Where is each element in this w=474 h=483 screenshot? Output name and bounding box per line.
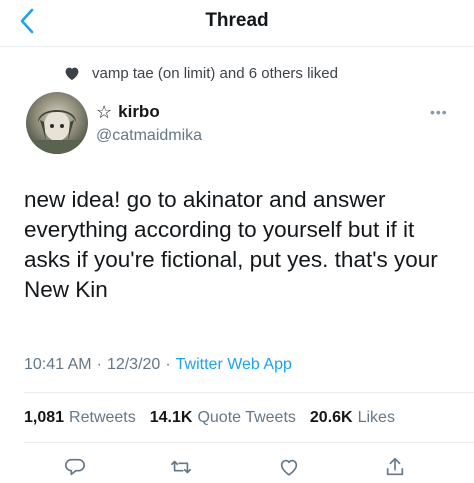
retweets-stat[interactable]: 1,081 Retweets	[24, 409, 136, 427]
divider	[24, 442, 474, 443]
tweet-source-link[interactable]: Twitter Web App	[176, 356, 292, 374]
likes-label: Likes	[357, 409, 395, 426]
reply-icon[interactable]	[64, 456, 86, 478]
retweet-icon[interactable]	[170, 456, 192, 478]
display-name: kirbo	[118, 102, 160, 121]
tweet-actions	[0, 452, 474, 476]
like-icon[interactable]	[278, 456, 300, 478]
author-name-row[interactable]: ☆ kirbo	[96, 102, 160, 122]
tweet-time: 10:41 AM	[24, 356, 92, 373]
likes-stat[interactable]: 20.6K Likes	[310, 409, 395, 427]
star-outline-icon: ☆	[96, 102, 113, 122]
meta-separator: ·	[165, 356, 171, 373]
social-context: vamp tae (on limit) and 6 others liked	[63, 62, 338, 84]
tweet-stats: 1,081 Retweets 14.1K Quote Tweets 20.6K …	[24, 409, 395, 427]
likes-count: 20.6K	[309, 409, 353, 426]
quote-tweets-count: 14.1K	[149, 409, 193, 426]
tweet-meta: 10:41 AM · 12/3/20 · Twitter Web App	[24, 356, 292, 374]
thread-header: Thread	[0, 0, 474, 47]
more-dots-icon[interactable]: •••	[430, 104, 448, 120]
quote-tweets-stat[interactable]: 14.1K Quote Tweets	[150, 409, 296, 427]
quote-tweets-label: Quote Tweets	[197, 409, 296, 426]
meta-separator: ·	[96, 356, 102, 373]
tweet-text: new idea! go to akinator and answer ever…	[24, 187, 438, 302]
retweets-label: Retweets	[69, 409, 136, 426]
divider	[24, 392, 474, 393]
share-icon[interactable]	[384, 456, 406, 478]
page-title: Thread	[205, 10, 269, 31]
avatar[interactable]	[26, 92, 88, 154]
social-context-text: vamp tae (on limit) and 6 others liked	[92, 64, 338, 82]
tweet-date: 12/3/20	[106, 356, 161, 373]
retweets-count: 1,081	[24, 409, 65, 426]
heart-icon	[63, 64, 81, 82]
user-handle: @catmaidmika	[96, 127, 203, 144]
